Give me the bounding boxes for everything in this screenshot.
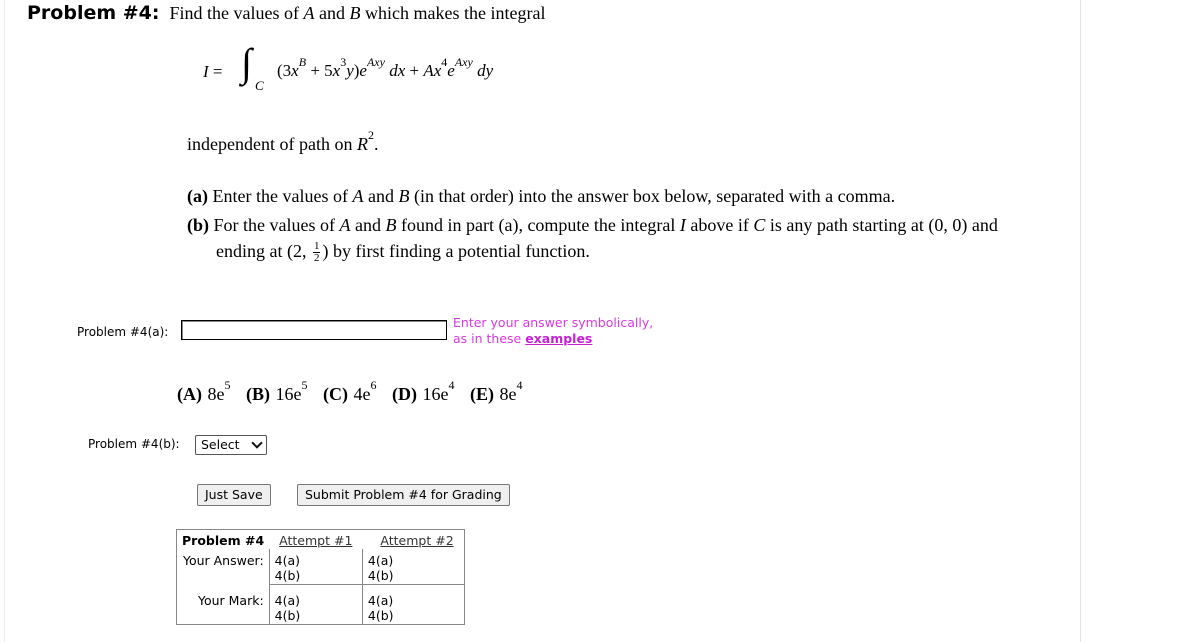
part-a-answer-input[interactable] [181, 320, 447, 340]
problem-statement: Find the values of A and B which makes t… [169, 3, 546, 23]
part-b-label: Problem #4(b): [88, 437, 180, 451]
choice-c-letter: (C) [323, 384, 348, 404]
fraction-one-half: 12 [312, 240, 321, 265]
choice-e-letter: (E) [470, 384, 494, 404]
your-mark-row: Your Mark: 4(a) 4(b) 4(a) 4(b) [176, 584, 465, 625]
attempt-1-answer: 4(a) 4(b) [269, 549, 363, 585]
choice-d-value: 16e [422, 384, 449, 404]
part-a-text: (a) Enter the values of A and B (in that… [187, 186, 896, 206]
attempt-1-link-cell: Attempt #1 [269, 530, 362, 550]
choice-c-value: 4e [353, 384, 371, 404]
choice-b-letter: (B) [246, 384, 270, 404]
your-answer-label: Your Answer: [176, 549, 270, 585]
attempt-2-link[interactable]: Attempt #2 [380, 533, 453, 548]
attempt-1-link[interactable]: Attempt #1 [279, 533, 352, 548]
choice-a-letter: (A) [177, 384, 202, 404]
your-mark-label: Your Mark: [176, 584, 270, 625]
part-a-label: Problem #4(a): [77, 325, 169, 339]
problem-title: Problem #4: [27, 2, 160, 24]
answer-hint: Enter your answer symbolically, as in th… [453, 315, 653, 347]
attempts-header-row: Problem #4 Attempt #1 Attempt #2 [177, 530, 465, 550]
integral-expression: (3xB + 5x3y)eAxy dx + Ax4eAxy dy [277, 55, 494, 80]
attempt-2-link-cell: Attempt #2 [362, 530, 464, 550]
independent-text: independent of path on R2. [187, 128, 379, 154]
choice-a-exp: 5 [224, 378, 231, 392]
choice-a-value: 8e [207, 384, 225, 404]
chevron-down-icon [251, 437, 263, 449]
problem-header: Problem #4: Find the values of A and B w… [27, 2, 545, 24]
attempt-2-mark: 4(a) 4(b) [362, 584, 465, 625]
select-value: Select [201, 437, 240, 452]
answer-choices: (A) 8e5 (B) 16e5 (C) 4e6 (D) 16e4 (E) 8e… [177, 378, 523, 405]
choice-e-exp: 4 [516, 378, 523, 392]
integral-subscript: C [255, 78, 264, 93]
choice-e-value: 8e [499, 384, 517, 404]
examples-link[interactable]: examples [525, 331, 592, 346]
choice-b-value: 16e [275, 384, 302, 404]
part-b-select[interactable]: Select [195, 435, 267, 455]
submit-button[interactable]: Submit Problem #4 for Grading [297, 484, 510, 506]
integral-sign: ∫ [241, 40, 252, 85]
attempts-table: Problem #4 Attempt #1 Attempt #2 Your An… [176, 529, 465, 625]
attempts-header: Problem #4 [182, 533, 265, 548]
part-b-text-cont: ending at (2, 1 2) by first finding a pot… [216, 240, 590, 265]
integral-lhs: I = [203, 62, 223, 81]
choice-d-exp: 4 [448, 378, 455, 392]
choice-d-letter: (D) [392, 384, 417, 404]
choice-b-exp: 5 [301, 378, 308, 392]
attempt-2-answer: 4(a) 4(b) [362, 549, 465, 585]
hint-line2: as in these [453, 331, 526, 346]
just-save-button[interactable]: Just Save [197, 484, 271, 506]
part-b-text: (b) For the values of A and B found in p… [187, 215, 998, 235]
your-answer-row: Your Answer: 4(a) 4(b) 4(a) 4(b) [176, 549, 465, 585]
hint-line1: Enter your answer symbolically, [453, 315, 654, 330]
attempt-1-mark: 4(a) 4(b) [269, 584, 363, 625]
choice-c-exp: 6 [370, 378, 377, 392]
